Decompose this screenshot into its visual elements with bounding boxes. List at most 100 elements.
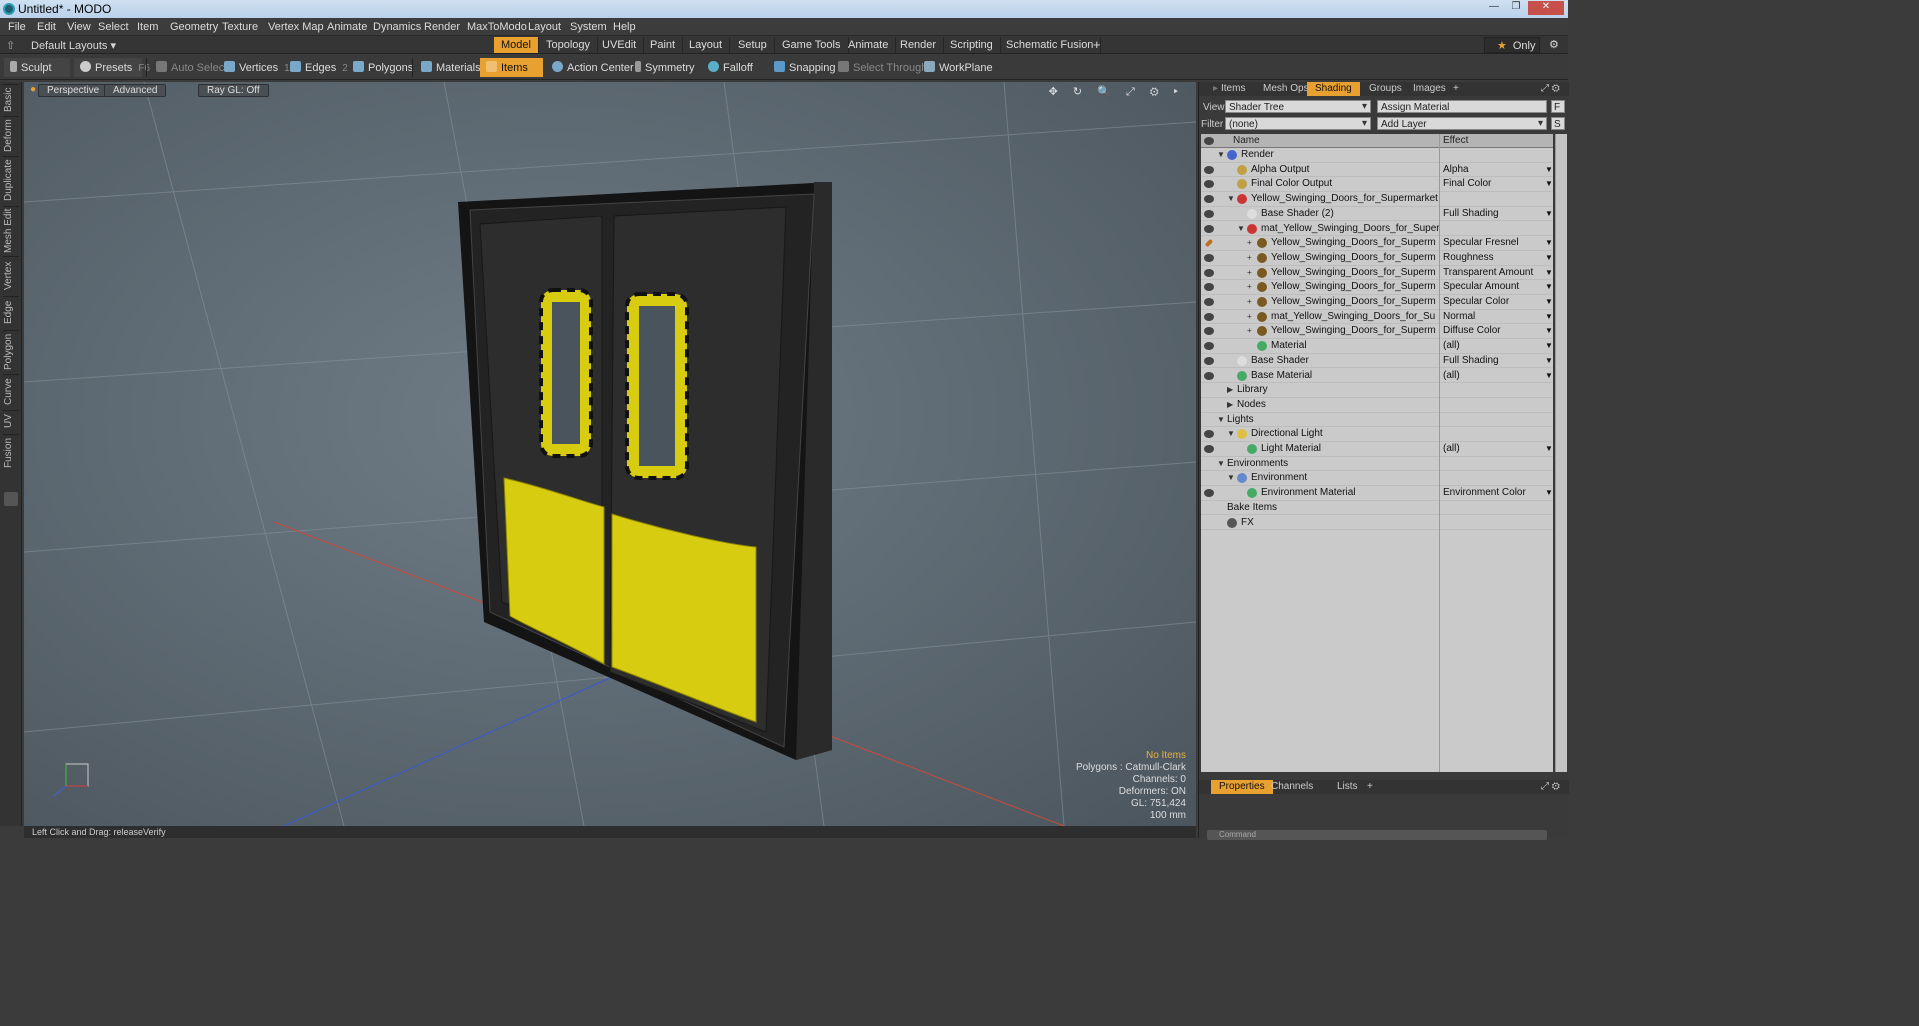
tree-row-effect[interactable]: (all)	[1443, 369, 1460, 383]
effect-dropdown-icon[interactable]: ▼	[1545, 369, 1553, 383]
tree-row[interactable]: Alpha Output Alpha ▼	[1201, 163, 1553, 178]
tab-game-tools[interactable]: Game Tools	[775, 37, 849, 53]
expand-toolbox-button[interactable]	[4, 492, 18, 506]
expand-toggle-icon[interactable]: +	[1247, 266, 1252, 280]
s-button[interactable]: S	[1551, 117, 1565, 130]
tree-row-effect[interactable]: (all)	[1443, 442, 1460, 456]
menu-animate[interactable]: Animate	[327, 21, 367, 33]
tab-paint[interactable]: Paint	[643, 37, 684, 53]
tree-row[interactable]: + Yellow_Swinging_Doors_for_Superm ... Rou…	[1201, 251, 1553, 266]
tab-setup[interactable]: Setup	[731, 37, 775, 53]
default-layouts-dropdown[interactable]: Default Layouts ▾	[31, 39, 116, 52]
tree-row-effect[interactable]: Transparent Amount	[1443, 266, 1533, 280]
tree-row[interactable]: Bake Items	[1201, 501, 1553, 516]
sculpt-button[interactable]: Sculpt	[4, 58, 70, 77]
effect-dropdown-icon[interactable]: ▼	[1545, 486, 1553, 500]
expand-toggle-icon[interactable]: ▼	[1217, 148, 1225, 162]
expand-toggle-icon[interactable]: ▼	[1217, 457, 1225, 471]
visibility-eye-icon[interactable]	[1204, 356, 1214, 365]
visibility-eye-icon[interactable]	[1204, 195, 1214, 204]
f-button[interactable]: F	[1551, 100, 1565, 113]
tab-model[interactable]: Model	[494, 37, 539, 53]
tree-row[interactable]: ▼ Environment	[1201, 471, 1553, 487]
expand-toggle-icon[interactable]: +	[1247, 295, 1252, 309]
menu-texture[interactable]: Texture	[222, 21, 258, 33]
expand-toggle-icon[interactable]: ▼	[1227, 427, 1235, 441]
tree-row-effect[interactable]: Final Color	[1443, 177, 1491, 191]
visibility-eye-icon[interactable]	[1204, 445, 1214, 453]
add-properties-tab-button[interactable]: +	[1359, 780, 1381, 794]
advanced-dropdown[interactable]: Advanced	[104, 84, 167, 97]
tree-row[interactable]: ▼ Lights	[1201, 413, 1553, 428]
symmetry-button[interactable]: Symmetry	[629, 58, 699, 77]
tree-row[interactable]: ▶ Nodes	[1201, 398, 1553, 413]
visibility-eye-icon[interactable]	[1204, 371, 1214, 380]
effect-dropdown-icon[interactable]: ▼	[1545, 280, 1553, 294]
tab-render[interactable]: Render	[893, 37, 945, 53]
column-name[interactable]: Name	[1233, 135, 1260, 146]
menu-view[interactable]: View	[67, 21, 91, 33]
expand-toggle-icon[interactable]: ▶	[1227, 383, 1233, 397]
menu-vertex-map[interactable]: Vertex Map	[268, 21, 324, 33]
tab-basic[interactable]: Basic	[3, 84, 19, 114]
effect-dropdown-icon[interactable]: ▼	[1545, 207, 1553, 221]
menu-dynamics[interactable]: Dynamics	[373, 21, 421, 33]
tab-animate[interactable]: Animate	[841, 37, 897, 53]
tab-shading[interactable]: Shading	[1307, 82, 1360, 96]
tree-row-effect[interactable]: Environment Color	[1443, 486, 1526, 500]
expand-toggle-icon[interactable]: +	[1247, 324, 1252, 338]
presets-button[interactable]: Presets F6	[74, 58, 150, 77]
add-layer-dropdown[interactable]: Add Layer ▾	[1377, 117, 1547, 130]
effect-dropdown-icon[interactable]: ▼	[1545, 354, 1553, 368]
effect-dropdown-icon[interactable]: ▼	[1545, 310, 1553, 324]
raygl-toggle[interactable]: Ray GL: Off	[198, 84, 269, 97]
brush-icon[interactable]	[1204, 238, 1214, 248]
effect-dropdown-icon[interactable]: ▼	[1545, 266, 1553, 280]
tree-row[interactable]: ▼ mat_Yellow_Swinging_Doors_for_Super...	[1201, 222, 1553, 237]
effect-dropdown-icon[interactable]: ▼	[1545, 339, 1553, 353]
effect-dropdown-icon[interactable]: ▼	[1545, 442, 1553, 456]
tree-row-effect[interactable]: (all)	[1443, 339, 1460, 353]
effect-dropdown-icon[interactable]: ▼	[1545, 236, 1553, 250]
tab-duplicate[interactable]: Duplicate	[3, 156, 19, 204]
visibility-eye-icon[interactable]	[1204, 180, 1214, 189]
tab-groups[interactable]: Groups	[1361, 82, 1410, 96]
layouts-icon[interactable]: ⇧	[6, 39, 15, 52]
maximize-button[interactable]: ❐	[1506, 1, 1526, 15]
column-effect[interactable]: Effect	[1443, 135, 1468, 146]
add-tab-button[interactable]: +	[1086, 35, 1108, 52]
tree-row[interactable]: ▼ Directional Light	[1201, 427, 1553, 442]
visibility-eye-icon[interactable]	[1204, 224, 1214, 233]
panel-expand-icon[interactable]: ⤢ ⚙	[1533, 82, 1568, 96]
menu-file[interactable]: File	[8, 21, 26, 33]
edges-button[interactable]: Edges 2	[284, 58, 352, 77]
tab-curve[interactable]: Curve	[3, 374, 19, 408]
tree-row-effect[interactable]: Full Shading	[1443, 354, 1499, 368]
visibility-eye-icon[interactable]	[1204, 430, 1214, 439]
menu-select[interactable]: Select	[98, 21, 129, 33]
visibility-eye-icon[interactable]	[1204, 268, 1214, 277]
expand-toggle-icon[interactable]: ▼	[1237, 222, 1245, 236]
menu-edit[interactable]: Edit	[37, 21, 56, 33]
minimize-button[interactable]: —	[1484, 1, 1504, 15]
select-through-button[interactable]: Select Through	[832, 58, 931, 77]
3d-viewport[interactable]: ● Perspective Advanced Ray GL: Off ✥ ↻ 🔍…	[24, 82, 1196, 826]
tree-row-effect[interactable]: Diffuse Color	[1443, 324, 1501, 338]
visibility-eye-icon[interactable]	[1204, 165, 1214, 174]
view-dropdown[interactable]: Shader Tree ▾	[1225, 100, 1371, 113]
tab-uv[interactable]: UV	[3, 410, 19, 432]
tree-row[interactable]: Final Color Output Final Color ▼	[1201, 177, 1553, 193]
tab-fusion[interactable]: Fusion	[3, 434, 19, 470]
properties-expand-icon[interactable]: ⤢ ⚙	[1533, 780, 1568, 794]
tree-row[interactable]: FX	[1201, 516, 1553, 531]
tree-row-effect[interactable]: Full Shading	[1443, 207, 1499, 221]
tree-row[interactable]: ▼ Yellow_Swinging_Doors_for_Supermarket .…	[1201, 192, 1553, 207]
perspective-dropdown[interactable]: Perspective	[38, 84, 109, 97]
menu-maxtomodo[interactable]: MaxToModo	[467, 21, 527, 33]
menu-layout[interactable]: Layout	[528, 21, 561, 33]
tab-channels[interactable]: Channels	[1263, 780, 1321, 794]
tab-edge[interactable]: Edge	[3, 296, 19, 328]
items-button[interactable]: Items	[480, 58, 543, 77]
visibility-eye-icon[interactable]	[1204, 489, 1214, 498]
menu-item[interactable]: Item	[137, 21, 158, 33]
